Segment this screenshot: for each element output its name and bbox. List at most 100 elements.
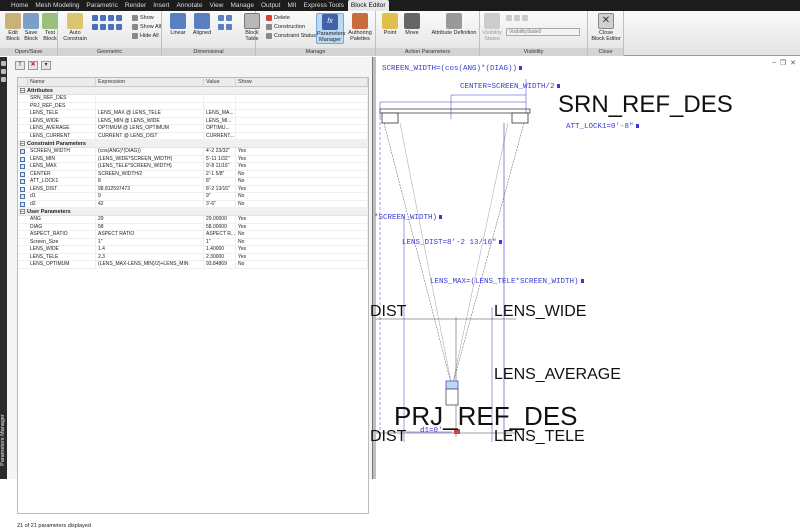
col-show[interactable]: Show [236,78,368,86]
param-show[interactable]: No [236,170,368,177]
param-show[interactable] [236,132,368,139]
param-expression[interactable]: (cos(ANG)*(DIAG)) [96,148,204,155]
param-value[interactable]: 58.00000 [204,223,236,230]
table-row[interactable]: LENS_AVERAGE OPTIMUM @ LENS_OPTIMUM OPTIMU… [18,125,368,133]
dim-att-lock1[interactable]: ATT_LOCK1=0'-8" [566,123,639,132]
close-block-editor-button[interactable]: ✕ Close Block Editor [590,13,622,42]
delete-button[interactable]: Delete [266,15,290,21]
param-value[interactable]: 1" [204,238,236,245]
col-name[interactable]: Name [28,78,96,86]
new-parameter-icon[interactable]: f [15,61,25,70]
parameters-manager-button[interactable]: fx Parameters Manager [316,13,345,44]
param-value[interactable]: 4'-2 23/32" [204,148,236,155]
tab-render[interactable]: Render [122,0,149,11]
drawing-canvas[interactable]: – ❐ ✕ SCREEN_WIDTH=(cos(ANG)*(DIAG)) CEN… [370,57,800,479]
right-grip[interactable] [511,112,529,124]
param-value[interactable]: LENS_MA... [204,110,236,117]
category-user-parameters[interactable]: − User Parameters [18,208,368,216]
param-value[interactable]: ASPECT R... [204,231,236,238]
category-constraint-parameters[interactable]: − Constraint Parameters [18,140,368,148]
param-show[interactable]: Yes [236,163,368,170]
collapse-icon[interactable]: − [20,88,25,94]
param-expression[interactable]: 42 [96,200,204,207]
param-expression[interactable]: CURRENT @ LENS_DIST [96,132,204,139]
param-expression[interactable]: 29 [96,216,204,223]
table-row[interactable]: LENS_OPTIMUM (LENS_MAX-LENS_MIN)/2)+LENS_… [18,261,368,269]
param-value[interactable] [204,95,236,102]
param-show[interactable]: No [236,261,368,268]
table-row[interactable]: LENS_WIDE LENS_MIN @ LENS_WIDE LENS_MI... [18,117,368,125]
param-show[interactable]: Yes [236,253,368,260]
param-show[interactable]: No [236,200,368,207]
param-show[interactable]: Yes [236,148,368,155]
tab-annotate[interactable]: Annotate [173,0,205,11]
palette-title-strip[interactable]: Parameters Manager [0,57,7,479]
dimension-tools[interactable] [218,15,232,21]
param-expression[interactable]: SCREEN_WIDTH/2 [96,170,204,177]
param-show[interactable] [236,95,368,102]
param-value[interactable]: OPTIMU... [204,125,236,132]
geometric-constraint-tools-2[interactable] [92,24,122,30]
lens-average-attribute[interactable]: LENS_AVERAGE [494,367,621,383]
tab-manage[interactable]: Manage [227,0,257,11]
left-grip[interactable] [381,112,399,124]
param-value[interactable]: 8'-2 13/16" [204,185,236,192]
param-expression[interactable]: (LENS_TELE*SCREEN_WIDTH) [96,163,204,170]
param-expression[interactable]: 2.3 [96,253,204,260]
srn-ref-des-attribute[interactable]: SRN_REF_DES [558,93,733,117]
delete-parameter-icon[interactable]: ✕ [28,61,38,70]
dim-lens-max[interactable]: LENS_MAX=(LENS_TELE*SCREEN_WIDTH) [430,278,584,287]
param-value[interactable]: 93.84869 [204,261,236,268]
param-expression[interactable]: 1.4 [96,246,204,253]
show-all-button[interactable]: Show All [132,24,161,30]
param-value[interactable]: 2.30000 [204,253,236,260]
table-row[interactable]: LENS_TELE LENS_MAX @ LENS_TELE LENS_MA... [18,110,368,118]
param-show[interactable]: Yes [236,223,368,230]
table-row[interactable]: LENS_MAX (LENS_TELE*SCREEN_WIDTH) 9'-8 11/… [18,163,368,171]
param-expression[interactable]: OPTIMUM @ LENS_OPTIMUM [96,125,204,132]
param-show[interactable]: No [236,238,368,245]
tab-parametric[interactable]: Parametric [83,0,120,11]
param-expression[interactable]: ASPECT RATIO [96,231,204,238]
point-button[interactable]: Point [378,13,402,36]
palette-autohide-icon[interactable] [1,69,6,74]
show-button[interactable]: Show [132,15,154,21]
param-expression[interactable]: 58 [96,223,204,230]
lens-wide-attribute[interactable]: LENS_WIDE [494,304,586,320]
hide-all-button[interactable]: Hide All [132,33,159,39]
param-show[interactable]: Yes [236,155,368,162]
table-row[interactable]: SCREEN_WIDTH (cos(ANG)*(DIAG)) 4'-2 23/32"… [18,148,368,156]
table-row[interactable]: PRJ_REF_DES [18,102,368,110]
visibility-state-dropdown[interactable]: VisibilityState0 [506,28,580,36]
param-show[interactable]: Yes [236,246,368,253]
authoring-palettes-button[interactable]: Authoring Palettes [346,13,374,42]
dim-screen-width-partial[interactable]: *SCREEN_WIDTH) [374,214,443,223]
param-value[interactable]: CURRENT... [204,132,236,139]
param-expression[interactable] [96,102,204,109]
param-value[interactable]: 5'-11 1/32" [204,155,236,162]
prj-ref-des-attribute[interactable]: PRJ_REF_DES [394,403,578,429]
tab-mii[interactable]: MII [284,0,299,11]
tab-express-tools[interactable]: Express Tools [301,0,347,11]
param-expression[interactable] [96,95,204,102]
param-expression[interactable]: LENS_MAX @ LENS_TELE [96,110,204,117]
dim-d1[interactable]: d1=0' [420,427,443,436]
table-row[interactable]: ATT_LOCK1 8 8" No [18,178,368,186]
param-value[interactable]: 9'-8 11/16" [204,163,236,170]
tab-insert[interactable]: Insert [150,0,172,11]
param-value[interactable]: 3'-6" [204,200,236,207]
param-expression[interactable]: LENS_MIN @ LENS_WIDE [96,117,204,124]
attribute-definition-button[interactable]: Attribute Definition [430,13,478,36]
table-row[interactable]: d1 9 9" No [18,193,368,201]
table-row[interactable]: ASPECT_RATIO ASPECT RATIO ASPECT R... No [18,231,368,239]
param-show[interactable]: No [236,178,368,185]
param-expression[interactable]: 8 [96,178,204,185]
palette-close-icon[interactable] [1,61,6,66]
linear-button[interactable]: Linear [166,13,190,36]
param-show[interactable]: Yes [236,216,368,223]
param-value[interactable]: 9" [204,193,236,200]
param-expression[interactable]: 98.812597473 [96,185,204,192]
param-expression[interactable]: 9 [96,193,204,200]
dimension-tools-2[interactable] [218,24,232,30]
table-row[interactable]: SRN_REF_DES [18,95,368,103]
